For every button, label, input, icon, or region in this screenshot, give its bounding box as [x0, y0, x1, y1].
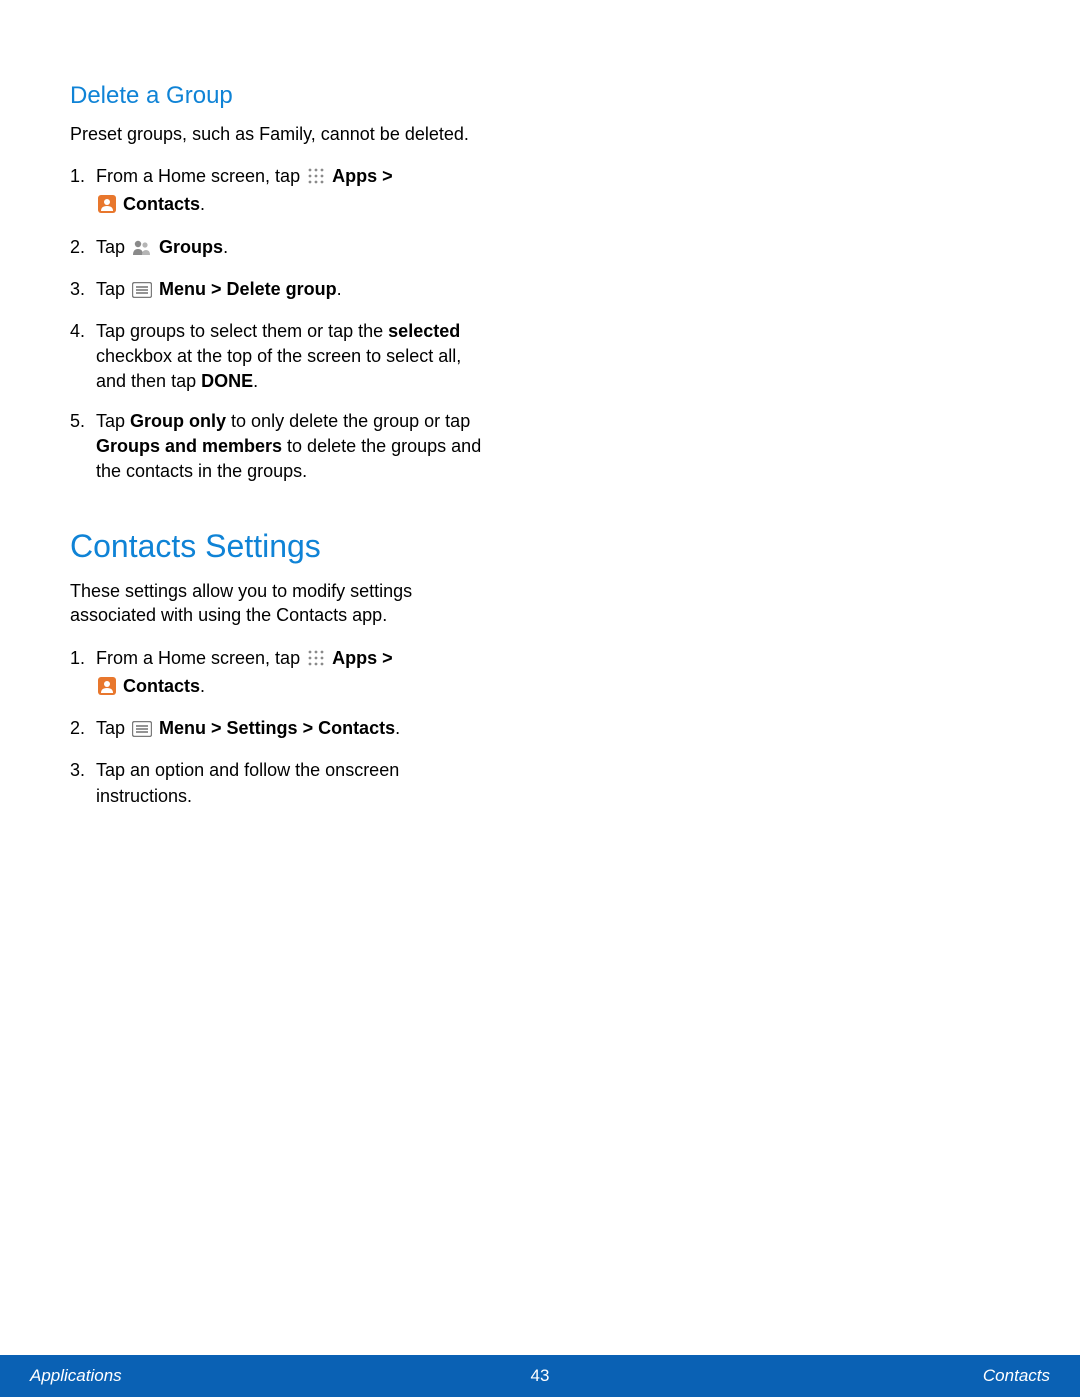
step-text: Tap groups to select them or tap the: [96, 321, 388, 341]
step-bold: Contacts: [123, 676, 200, 696]
heading-contacts-settings: Contacts Settings: [70, 528, 490, 565]
apps-icon: [307, 167, 325, 192]
step-bold: selected: [388, 321, 460, 341]
contacts-icon: [98, 195, 116, 220]
step-text: Tap: [96, 237, 130, 257]
step-item: From a Home screen, tap Apps > Contacts.: [70, 646, 490, 702]
menu-icon: [132, 280, 152, 305]
heading-delete-a-group: Delete a Group: [70, 82, 490, 110]
step-item: Tap Group only to only delete the group …: [70, 409, 490, 485]
step-bold: Apps >: [332, 166, 393, 186]
step-text: Tap an option and follow the onscreen in…: [96, 760, 399, 805]
footer-left: Applications: [30, 1366, 122, 1386]
step-item: Tap Menu > Delete group.: [70, 277, 490, 305]
step-bold: Menu > Delete group: [159, 279, 337, 299]
apps-icon: [307, 649, 325, 674]
footer-right: Contacts: [983, 1366, 1050, 1386]
page-content: Delete a Group Preset groups, such as Fa…: [0, 0, 560, 809]
footer-page-number: 43: [531, 1366, 550, 1386]
step-text: From a Home screen, tap: [96, 648, 305, 668]
step-bold: Groups: [159, 237, 223, 257]
intro-delete-a-group: Preset groups, such as Family, cannot be…: [70, 122, 490, 146]
step-bold: Menu > Settings > Contacts: [159, 718, 395, 738]
step-bold: Contacts: [123, 194, 200, 214]
step-item: From a Home screen, tap Apps > Contacts.: [70, 164, 490, 220]
step-item: Tap groups to select them or tap the sel…: [70, 319, 490, 395]
step-bold: Group only: [130, 411, 226, 431]
step-text: Tap: [96, 279, 130, 299]
step-text: Tap: [96, 718, 130, 738]
step-text: From a Home screen, tap: [96, 166, 305, 186]
groups-icon: [132, 238, 152, 263]
step-bold: Apps >: [332, 648, 393, 668]
intro-contacts-settings: These settings allow you to modify setti…: [70, 579, 490, 628]
menu-icon: [132, 719, 152, 744]
step-text: Tap: [96, 411, 130, 431]
page-footer: Applications 43 Contacts: [0, 1355, 1080, 1397]
step-text: to only delete the group or tap: [226, 411, 470, 431]
steps-delete-a-group: From a Home screen, tap Apps > Contacts.…: [70, 164, 490, 484]
step-item: Tap Groups.: [70, 235, 490, 263]
steps-contacts-settings: From a Home screen, tap Apps > Contacts.…: [70, 646, 490, 809]
step-item: Tap an option and follow the onscreen in…: [70, 758, 490, 808]
step-bold: Groups and members: [96, 436, 282, 456]
step-item: Tap Menu > Settings > Contacts.: [70, 716, 490, 744]
step-text: checkbox at the top of the screen to sel…: [96, 346, 461, 391]
contacts-icon: [98, 677, 116, 702]
step-bold: DONE: [201, 371, 253, 391]
